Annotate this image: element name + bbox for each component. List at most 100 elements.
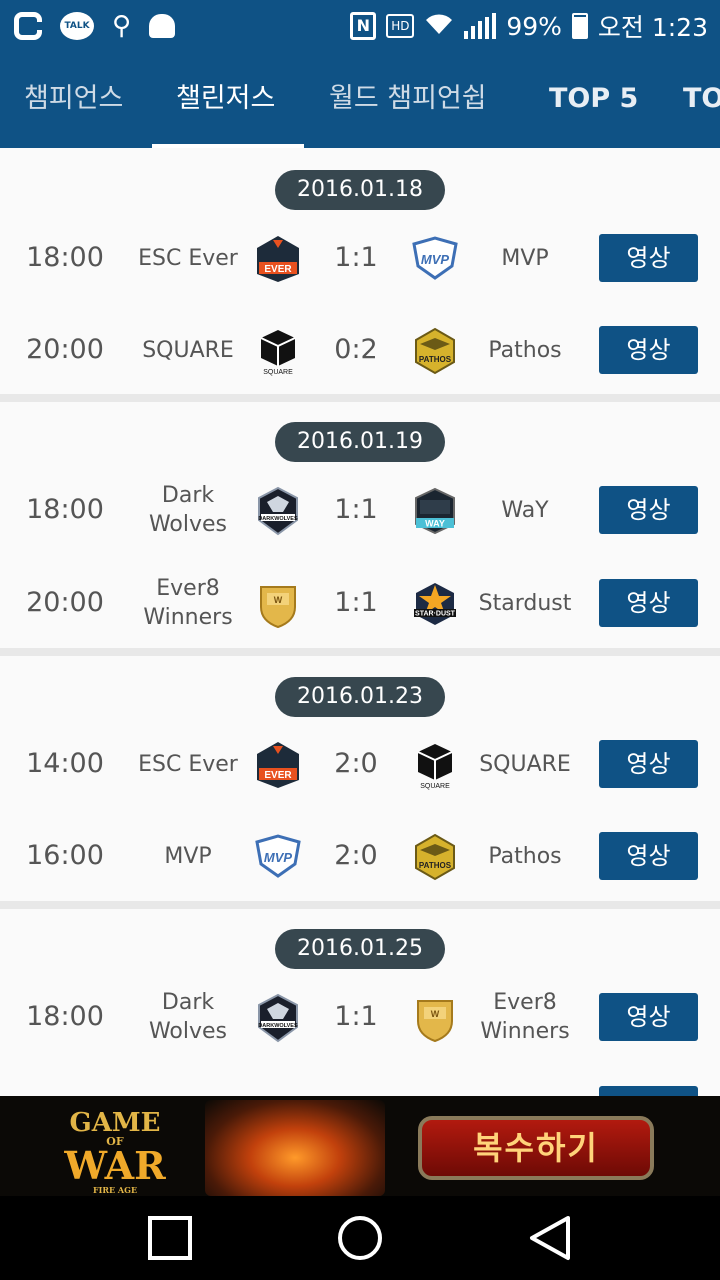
usb-icon: ⚲ (112, 11, 132, 41)
match-score: 0:2 (334, 334, 378, 365)
signal-icon (464, 13, 497, 39)
tab-challengers[interactable]: 챌린저스 (176, 52, 275, 148)
match-time: 20:00 (26, 587, 104, 618)
day-section: 2016.01.23 14:00 ESC Ever EVER 2:0 SQUAR… (0, 656, 720, 901)
logo-text: PATHOS (419, 355, 452, 364)
match-row: 18:00 Dark Wolves DARKWOLVES 1:1 W Ever8… (0, 971, 720, 1063)
status-bar: TALK ⚲ N HD 99% 오전 1:23 (0, 0, 720, 52)
away-team: Pathos (488, 843, 562, 869)
logo-text: SQUARE (420, 783, 450, 790)
match-score: 1:1 (334, 587, 378, 618)
match-row: 14:00 ESC Ever EVER 2:0 SQUARE SQUARE 영상 (0, 718, 720, 810)
away-team: Ever8 Winners (450, 971, 600, 1063)
day-section: 2016.01.25 18:00 Dark Wolves DARKWOLVES … (0, 909, 720, 1096)
game-of-war-logo: GAME OF WAR FIRE AGE (60, 1108, 170, 1195)
esc-ever-logo-icon: EVER (257, 742, 299, 788)
home-team-name: Dark Wolves (148, 483, 228, 537)
match-row: 20:00 Ever8 Winners W 1:1 STAR·DUST Star… (0, 557, 720, 649)
ad-artwork (205, 1100, 385, 1196)
logo-text: EVER (264, 264, 292, 275)
home-icon[interactable] (336, 1214, 384, 1262)
o-app-icon (14, 12, 42, 40)
match-score: 2:0 (334, 840, 378, 871)
video-button-partial[interactable] (599, 1086, 698, 1096)
video-button[interactable]: 영상 (599, 832, 698, 880)
match-row: 20:00 SQUARE SQUARE 0:2 PATHOS Pathos 영상 (0, 304, 720, 396)
notification-icons: TALK ⚲ (14, 8, 176, 44)
android-debug-icon (149, 14, 176, 38)
match-score: 1:1 (334, 494, 378, 525)
logo-text: MVP (421, 252, 450, 267)
esc-ever-logo-icon: EVER (257, 236, 299, 282)
tab-top-overflow[interactable]: TO (683, 52, 720, 148)
clock: 오전 1:23 (597, 13, 708, 42)
day-section: 2016.01.19 18:00 Dark Wolves DARKWOLVES … (0, 402, 720, 648)
ever8-winners-logo-icon: W (260, 586, 296, 629)
logo-text: SQUARE (263, 369, 293, 376)
away-team: WaY (501, 497, 549, 523)
match-row: 18:00 ESC Ever EVER 1:1 MVP MVP 영상 (0, 212, 720, 304)
navigation-bar (0, 1196, 720, 1280)
away-team: MVP (501, 245, 549, 271)
tab-world-championship[interactable]: 월드 챔피언쉽 (329, 52, 487, 148)
home-team: ESC Ever (138, 751, 238, 777)
logo-text: MVP (264, 850, 293, 865)
date-badge: 2016.01.18 (275, 170, 445, 210)
home-team: SQUARE (142, 337, 234, 363)
logo-text: W (274, 595, 283, 605)
ad-logo-line1: GAME (69, 1108, 161, 1138)
video-button[interactable]: 영상 (599, 993, 698, 1041)
match-time: 14:00 (26, 748, 104, 779)
home-team: MVP (164, 843, 212, 869)
logo-text: PATHOS (419, 861, 452, 870)
system-icons: N HD 99% 오전 1:23 (350, 8, 708, 44)
wifi-icon (424, 10, 454, 42)
match-time: 18:00 (26, 1001, 104, 1032)
back-icon[interactable] (526, 1214, 574, 1262)
logo-text: EVER (264, 770, 292, 781)
ad-logo-line3: WAR (64, 1143, 166, 1188)
away-team: Pathos (488, 337, 562, 363)
ad-banner[interactable]: GAME OF WAR FIRE AGE 복수하기 (0, 1096, 720, 1196)
date-badge: 2016.01.19 (275, 422, 445, 462)
tab-top5[interactable]: TOP 5 (549, 52, 638, 148)
match-time: 18:00 (26, 242, 104, 273)
tab-champions[interactable]: 챔피언스 (24, 52, 123, 148)
match-row: 18:00 Dark Wolves DARKWOLVES 1:1 WAY WaY… (0, 464, 720, 556)
home-team: Dark Wolves (113, 971, 263, 1063)
match-list[interactable]: 2016.01.18 18:00 ESC Ever EVER 1:1 MVP M… (0, 148, 720, 1096)
logo-text: DARKWOLVES (258, 516, 298, 522)
battery-percent: 99% (506, 11, 562, 41)
away-team: Stardust (478, 590, 572, 616)
home-team-name: Ever8 Winners (143, 576, 233, 630)
match-time: 20:00 (26, 334, 104, 365)
match-time: 18:00 (26, 494, 104, 525)
video-button[interactable]: 영상 (599, 740, 698, 788)
home-team-name: Dark Wolves (148, 990, 228, 1044)
ad-cta-button[interactable]: 복수하기 (418, 1116, 654, 1180)
tab-bar: 챔피언스 챌린저스 월드 챔피언쉽 TOP 5 TO (0, 52, 720, 148)
video-button[interactable]: 영상 (599, 234, 698, 282)
battery-icon (571, 13, 588, 39)
recent-apps-icon[interactable] (146, 1214, 194, 1262)
dark-wolves-logo-icon: DARKWOLVES (258, 486, 298, 536)
kakaotalk-icon: TALK (60, 12, 94, 40)
video-button[interactable]: 영상 (599, 326, 698, 374)
away-team-name: Ever8 Winners (480, 990, 570, 1044)
day-section: 2016.01.18 18:00 ESC Ever EVER 1:1 MVP M… (0, 148, 720, 394)
mvp-logo-icon: MVP (255, 834, 301, 878)
nfc-icon: N (350, 12, 377, 40)
match-row: 16:00 MVP MVP 2:0 PATHOS Pathos 영상 (0, 810, 720, 902)
away-team: SQUARE (479, 751, 571, 777)
home-team: Dark Wolves (113, 464, 263, 556)
date-badge: 2016.01.25 (275, 929, 445, 969)
video-button[interactable]: 영상 (599, 486, 698, 534)
logo-text: W (431, 1009, 440, 1019)
hd-voice-icon: HD (386, 14, 415, 38)
date-badge: 2016.01.23 (275, 677, 445, 717)
square-logo-icon: SQUARE (260, 330, 296, 376)
match-time: 16:00 (26, 840, 104, 871)
video-button[interactable]: 영상 (599, 579, 698, 627)
home-team: Ever8 Winners (113, 557, 263, 649)
match-row-partial (0, 1063, 720, 1096)
